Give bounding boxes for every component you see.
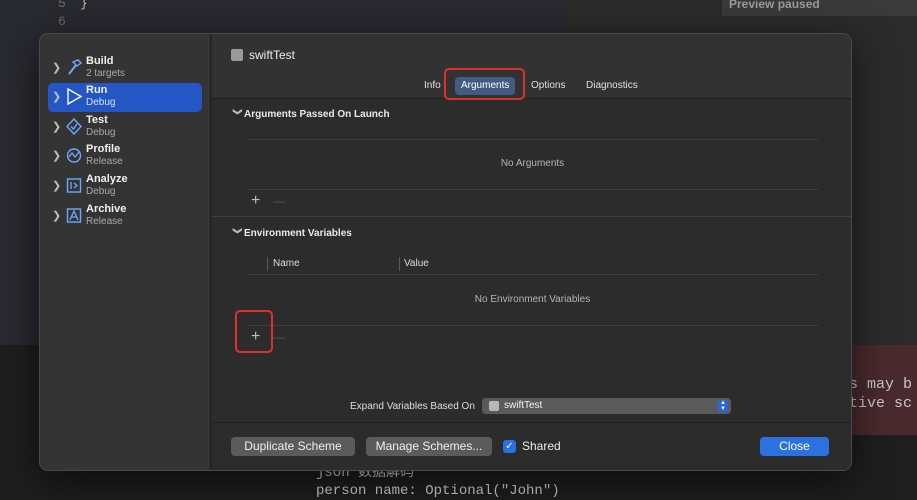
code-text: } bbox=[80, 0, 88, 11]
remove-argument-button[interactable]: — bbox=[273, 194, 285, 208]
section-title: Arguments Passed On Launch bbox=[244, 109, 390, 120]
shared-label[interactable]: Shared bbox=[522, 439, 561, 453]
scheme-editor-sheet: ❯ Build 2 targets ❯ Run Debug ❯ Test Deb… bbox=[39, 33, 852, 471]
sidebar-item-title: Analyze bbox=[86, 173, 128, 185]
chevron-right-icon[interactable]: ❯ bbox=[52, 61, 61, 74]
manage-schemes-button[interactable]: Manage Schemes... bbox=[366, 437, 492, 456]
sidebar-item-test[interactable]: ❯ Test Debug bbox=[48, 113, 202, 142]
sidebar-item-subtitle: 2 targets bbox=[86, 68, 125, 79]
chevron-right-icon[interactable]: ❯ bbox=[52, 90, 61, 103]
section-title: Environment Variables bbox=[244, 228, 352, 239]
sidebar-item-run[interactable]: ❯ Run Debug bbox=[48, 83, 202, 112]
duplicate-scheme-button[interactable]: Duplicate Scheme bbox=[231, 437, 355, 456]
gauge-icon bbox=[66, 147, 82, 164]
close-button[interactable]: Close bbox=[760, 437, 829, 456]
column-separator bbox=[399, 257, 400, 271]
chevron-right-icon[interactable]: ❯ bbox=[52, 120, 61, 133]
scheme-title: swiftTest bbox=[249, 48, 295, 62]
sidebar-item-title: Run bbox=[86, 84, 107, 96]
sidebar-item-subtitle: Release bbox=[86, 156, 123, 167]
chevron-right-icon[interactable]: ❯ bbox=[52, 149, 61, 162]
environment-section-header[interactable]: ❯Environment Variables bbox=[231, 228, 352, 239]
highlight-annotation bbox=[444, 68, 525, 100]
add-argument-button[interactable]: + bbox=[251, 194, 260, 208]
app-target-icon bbox=[489, 401, 499, 411]
divider bbox=[247, 139, 818, 140]
arguments-section-header[interactable]: ❯Arguments Passed On Launch bbox=[231, 109, 390, 120]
sidebar-item-analyze[interactable]: ❯ Analyze Debug bbox=[48, 172, 202, 201]
remove-environment-variable-button[interactable]: — bbox=[273, 330, 285, 344]
archive-icon bbox=[66, 207, 82, 224]
preview-paused-label: Preview paused bbox=[722, 0, 917, 16]
app-target-icon bbox=[231, 49, 243, 61]
popup-value: swiftTest bbox=[504, 400, 542, 411]
analyze-icon bbox=[66, 177, 82, 194]
column-header-name[interactable]: Name bbox=[273, 258, 300, 269]
line-number: 5 bbox=[58, 0, 66, 11]
expand-variables-popup[interactable]: swiftTest ▴▾ bbox=[482, 398, 731, 414]
expand-variables-label: Expand Variables Based On bbox=[350, 401, 475, 412]
sidebar-item-build[interactable]: ❯ Build 2 targets bbox=[48, 54, 202, 83]
tab-diagnostics[interactable]: Diagnostics bbox=[580, 77, 644, 95]
hammer-icon bbox=[66, 59, 82, 76]
tab-options[interactable]: Options bbox=[525, 77, 571, 95]
sidebar-item-archive[interactable]: ❯ Archive Release bbox=[48, 202, 202, 231]
no-environment-variables-label: No Environment Variables bbox=[247, 294, 818, 305]
divider bbox=[247, 274, 818, 275]
scheme-action-sidebar: ❯ Build 2 targets ❯ Run Debug ❯ Test Deb… bbox=[40, 34, 211, 471]
chevron-updown-icon: ▴▾ bbox=[718, 400, 728, 412]
diamond-check-icon bbox=[66, 118, 82, 135]
sidebar-item-title: Test bbox=[86, 114, 108, 126]
sheet-footer: Duplicate Scheme Manage Schemes... ✓ Sha… bbox=[212, 422, 852, 471]
chevron-right-icon[interactable]: ❯ bbox=[52, 179, 61, 192]
sidebar-item-title: Archive bbox=[86, 203, 126, 215]
sidebar-item-title: Profile bbox=[86, 143, 120, 155]
chevron-down-icon[interactable]: ❯ bbox=[232, 227, 243, 240]
sidebar-item-title: Build bbox=[86, 55, 114, 67]
sidebar-item-subtitle: Debug bbox=[86, 186, 115, 197]
divider bbox=[212, 216, 852, 217]
sidebar-item-subtitle: Release bbox=[86, 216, 123, 227]
play-icon bbox=[66, 88, 82, 105]
chevron-down-icon[interactable]: ❯ bbox=[232, 108, 243, 121]
sidebar-item-subtitle: Debug bbox=[86, 127, 115, 138]
tab-bar: Info Arguments Options Diagnostics bbox=[212, 76, 852, 96]
highlight-annotation bbox=[235, 310, 273, 353]
sidebar-item-subtitle: Debug bbox=[86, 97, 115, 108]
no-arguments-label: No Arguments bbox=[247, 158, 818, 169]
scheme-header: swiftTest Info Arguments Options Diagnos… bbox=[212, 34, 852, 99]
scheme-detail-pane: swiftTest Info Arguments Options Diagnos… bbox=[212, 34, 852, 471]
chevron-right-icon[interactable]: ❯ bbox=[52, 209, 61, 222]
sidebar-item-profile[interactable]: ❯ Profile Release bbox=[48, 142, 202, 171]
line-number: 6 bbox=[58, 14, 66, 29]
shared-checkbox[interactable]: ✓ bbox=[503, 440, 516, 453]
tab-info[interactable]: Info bbox=[418, 77, 447, 95]
column-header-value[interactable]: Value bbox=[404, 258, 429, 269]
divider bbox=[247, 325, 818, 326]
divider bbox=[247, 189, 818, 190]
column-separator bbox=[267, 257, 268, 271]
